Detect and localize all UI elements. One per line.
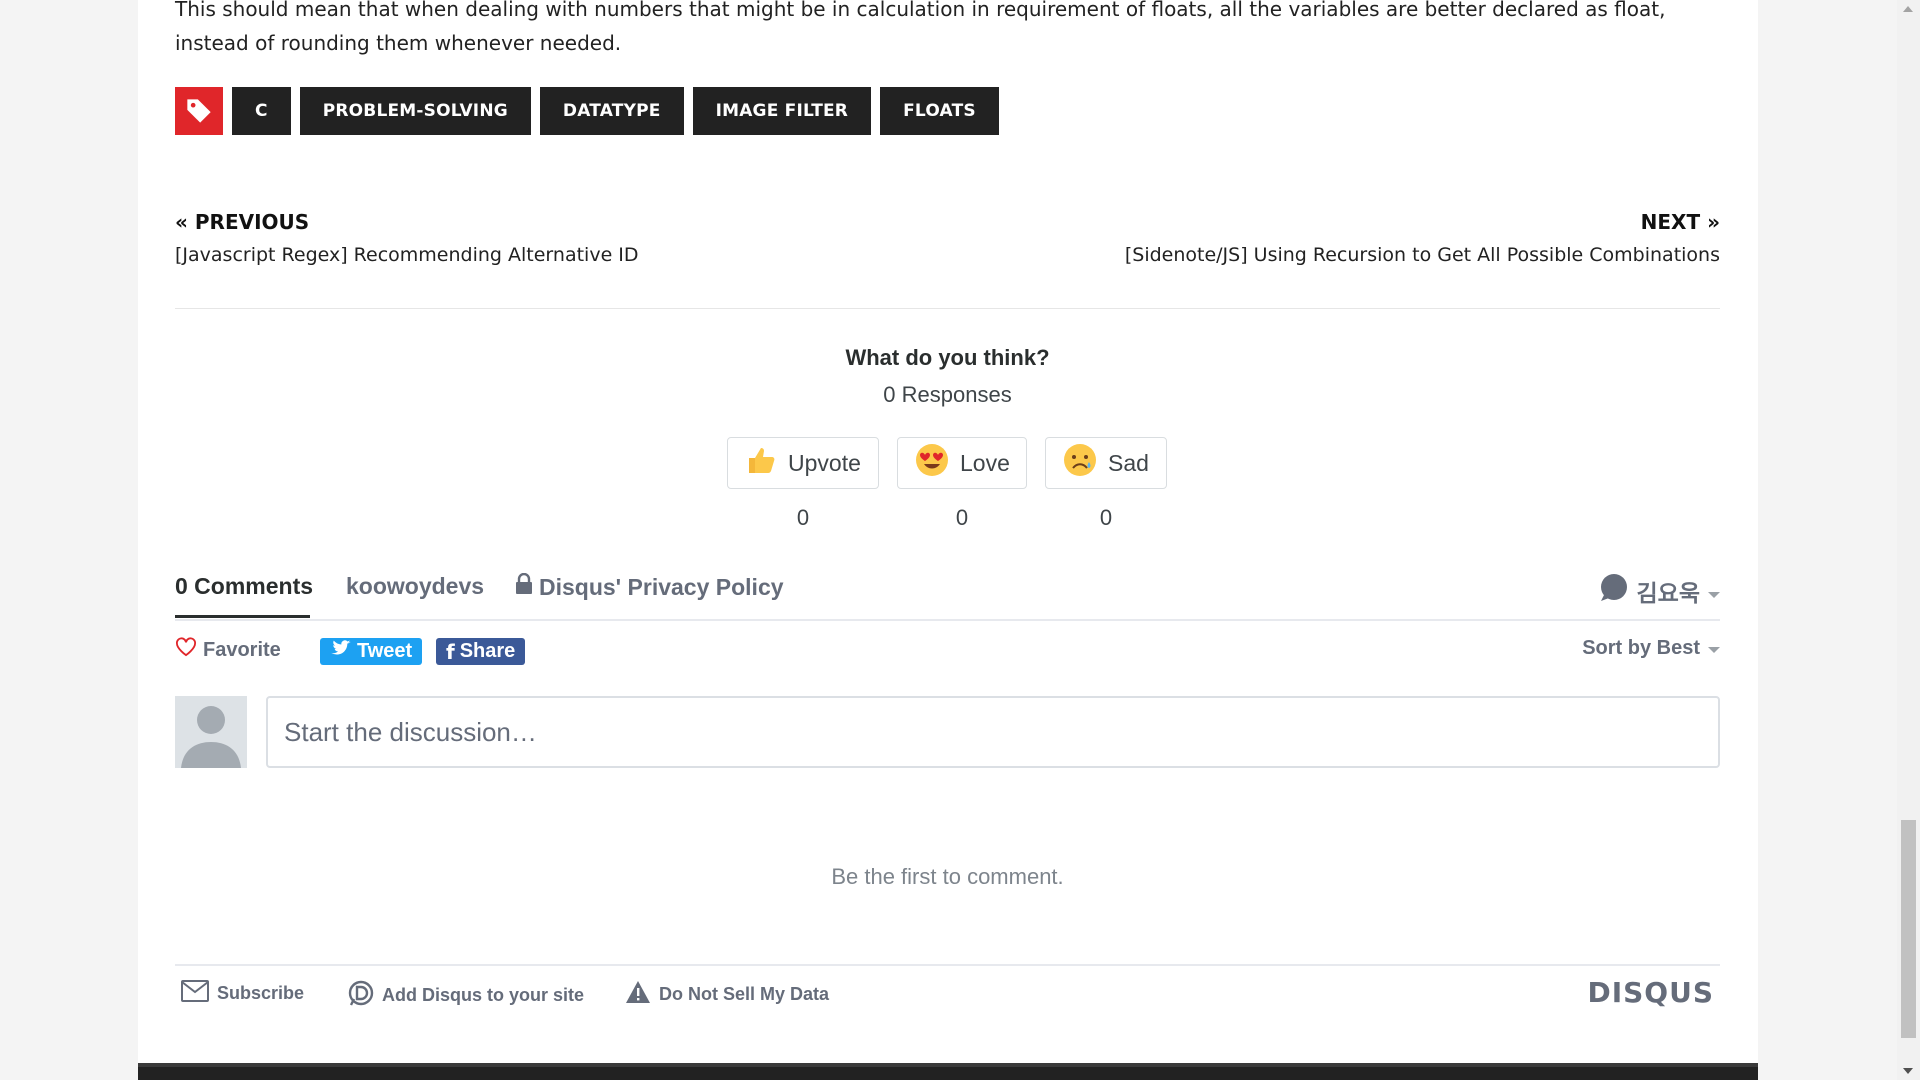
love-button[interactable]: Love — [897, 437, 1027, 489]
reactions-title: What do you think? — [845, 345, 1050, 370]
sad-face-icon — [1062, 442, 1098, 484]
do-not-sell-link[interactable]: Do Not Sell My Data — [625, 980, 829, 1009]
sad-label: Sad — [1108, 449, 1149, 476]
reaction-buttons: Upvote 0 Love 0 Sad 0 — [727, 437, 1167, 531]
tag-icon — [175, 87, 223, 135]
chevron-down-icon — [1708, 637, 1720, 660]
reactions-response-count: 0 Responses — [883, 382, 1012, 407]
love-count: 0 — [955, 505, 969, 530]
privacy-policy-link[interactable]: Disqus' Privacy Policy — [515, 572, 784, 601]
user-name: 김요욱 — [1636, 580, 1700, 606]
upvote-count: 0 — [796, 505, 810, 530]
reaction-love: Love 0 — [897, 437, 1027, 531]
scroll-down-arrow-icon[interactable] — [1903, 1068, 1913, 1074]
tag-c[interactable]: C — [232, 87, 291, 135]
scroll-up-arrow-icon[interactable] — [1903, 6, 1913, 12]
thread-actions: Favorite Tweet f Share Sort by Best — [175, 637, 1720, 671]
disqus-nav: 0 Comments koowoydevs Disqus' Privacy Po… — [175, 565, 1720, 621]
tag-floats[interactable]: FLOATS — [880, 87, 999, 135]
envelope-icon — [181, 980, 209, 1007]
scrollbar-thumb[interactable] — [1901, 820, 1916, 1038]
sort-label: Sort by Best — [1582, 637, 1700, 659]
disqus-footer: Subscribe Add Disqus to your site Do Not… — [175, 964, 1720, 1022]
twitter-icon — [330, 639, 352, 664]
facebook-icon: f — [446, 639, 455, 664]
subscribe-link[interactable]: Subscribe — [181, 980, 304, 1007]
previous-label: « PREVIOUS — [175, 210, 310, 234]
sad-count: 0 — [1099, 505, 1113, 530]
reactions-section: What do you think? 0 Responses Upvote 0 — [175, 340, 1720, 530]
comment-composer — [175, 696, 1720, 768]
love-label: Love — [960, 449, 1010, 476]
next-post-link[interactable]: NEXT » [Sidenote/JS] Using Recursion to … — [1125, 205, 1720, 271]
tag-image-filter[interactable]: IMAGE FILTER — [692, 87, 872, 135]
previous-post-link[interactable]: « PREVIOUS [Javascript Regex] Recommendi… — [175, 205, 639, 271]
reaction-upvote: Upvote 0 — [727, 437, 879, 531]
subscribe-label: Subscribe — [217, 983, 305, 1003]
upvote-button[interactable]: Upvote — [727, 437, 879, 489]
heart-eyes-icon — [914, 442, 950, 484]
reaction-sad: Sad 0 — [1045, 437, 1167, 531]
sort-dropdown[interactable]: Sort by Best — [1582, 637, 1720, 660]
do-not-sell-label: Do Not Sell My Data — [659, 984, 830, 1004]
thumbs-up-icon — [744, 443, 778, 483]
previous-title: [Javascript Regex] Recommending Alternat… — [175, 244, 639, 266]
next-label: NEXT » — [1640, 210, 1720, 234]
tweet-label: Tweet — [357, 640, 413, 662]
favorite-button[interactable]: Favorite — [175, 637, 281, 663]
favorite-label: Favorite — [203, 638, 281, 661]
tag-problem-solving[interactable]: PROBLEM-SOLVING — [299, 87, 531, 135]
tab-community[interactable]: koowoydevs — [346, 573, 484, 600]
disqus-d-icon — [348, 980, 374, 1011]
section-divider — [175, 308, 1720, 309]
add-disqus-link[interactable]: Add Disqus to your site — [348, 980, 584, 1011]
facebook-share-button[interactable]: f Share — [436, 638, 526, 665]
privacy-policy-label: Disqus' Privacy Policy — [539, 573, 784, 600]
warning-icon — [625, 980, 651, 1009]
avatar — [175, 696, 247, 768]
empty-state-message: Be the first to comment. — [831, 864, 1064, 889]
chat-bubble-icon — [1599, 573, 1629, 609]
tag-datatype[interactable]: DATATYPE — [539, 87, 684, 135]
page-card — [138, 0, 1758, 1080]
share-label: Share — [459, 640, 516, 662]
tag-list: C PROBLEM-SOLVING DATATYPE IMAGE FILTER … — [175, 87, 999, 135]
next-title: [Sidenote/JS] Using Recursion to Get All… — [1124, 244, 1720, 266]
lock-icon — [515, 572, 533, 601]
upvote-label: Upvote — [788, 449, 861, 476]
sad-button[interactable]: Sad — [1045, 437, 1167, 489]
article-paragraph: This should mean that when dealing with … — [175, 0, 1666, 55]
site-footer-bar — [138, 1063, 1758, 1080]
disqus-logo[interactable]: DISQUS — [1587, 976, 1714, 1009]
chevron-down-icon — [1708, 578, 1720, 605]
active-tab-underline — [175, 615, 310, 618]
heart-icon — [175, 637, 197, 663]
tab-comments[interactable]: 0 Comments — [175, 573, 313, 600]
comment-input[interactable] — [266, 696, 1720, 768]
user-menu[interactable]: 김요욱 — [1599, 573, 1720, 609]
add-disqus-label: Add Disqus to your site — [382, 985, 585, 1005]
page-scrollbar[interactable] — [1897, 0, 1920, 1080]
tweet-button[interactable]: Tweet — [320, 638, 423, 665]
